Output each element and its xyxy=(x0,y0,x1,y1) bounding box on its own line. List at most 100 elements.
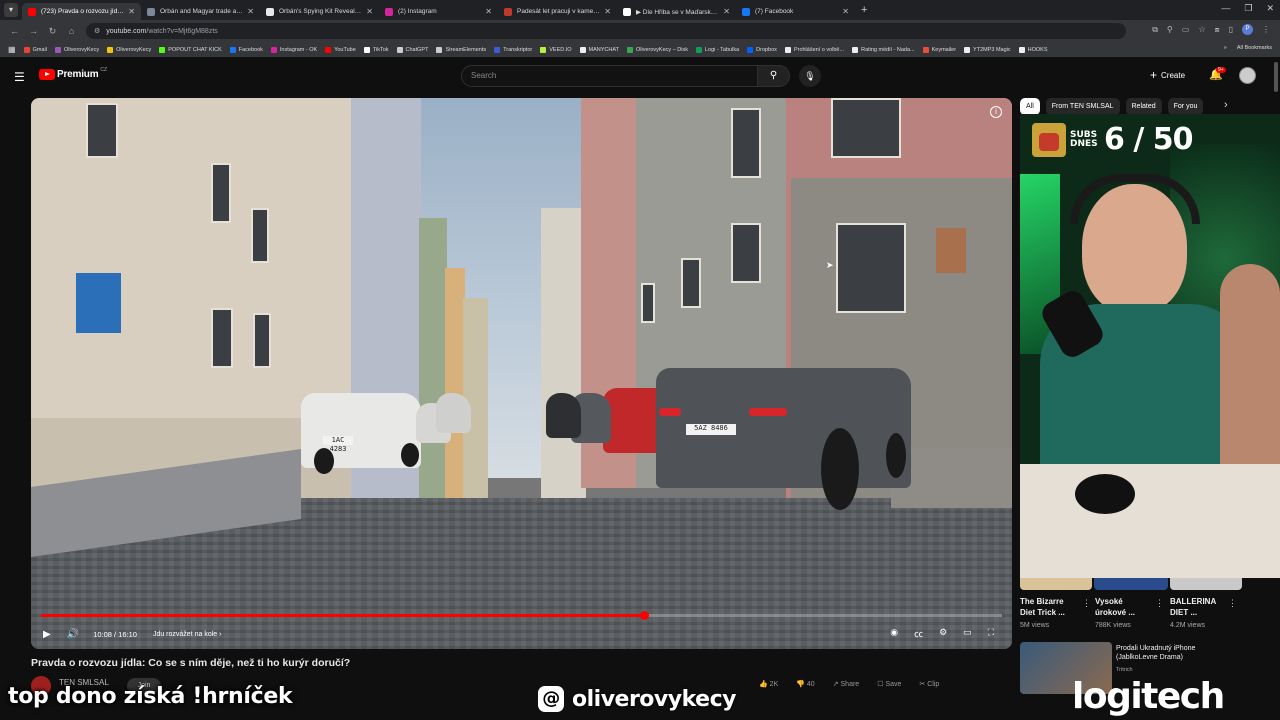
info-icon[interactable]: i xyxy=(990,106,1002,118)
rec-title[interactable]: Vysoké úrokové ... xyxy=(1095,596,1155,618)
sidebar-icon[interactable]: ▯ xyxy=(1229,25,1233,34)
volume-icon[interactable]: 🔊 xyxy=(67,629,79,640)
bookmark-item[interactable]: ChatGPT xyxy=(396,46,428,53)
profile-avatar[interactable]: P xyxy=(1242,24,1253,35)
microphone-icon[interactable]: 🎙 xyxy=(799,65,821,87)
bookmark-item[interactable]: Transkriptor xyxy=(494,46,532,53)
close-icon[interactable]: ✕ xyxy=(128,7,135,16)
dislike-button[interactable]: 👎 40 xyxy=(796,680,814,688)
rec-thumb[interactable] xyxy=(1094,578,1168,590)
page-scrollbar[interactable] xyxy=(1274,62,1278,92)
bookmark-item[interactable]: HOOKS xyxy=(1018,46,1048,53)
bookmark-item[interactable]: Prohlášení o volbě... xyxy=(784,46,844,53)
close-icon[interactable]: ✕ xyxy=(723,7,730,16)
account-avatar[interactable] xyxy=(1239,67,1256,84)
maximize-icon[interactable]: ❐ xyxy=(1244,3,1252,14)
browser-tab[interactable]: ▶ Dle Hřiba se v Maďarsku hra ✕ xyxy=(617,3,736,20)
more-options-icon[interactable]: ⋮ xyxy=(1082,598,1091,609)
bookmark-favicon-icon xyxy=(540,46,547,53)
home-icon[interactable]: ⌂ xyxy=(67,26,76,36)
save-button[interactable]: ☐ Save xyxy=(877,680,901,688)
bookmark-item[interactable]: OliverovyKecy xyxy=(107,46,151,53)
minimize-icon[interactable]: — xyxy=(1221,3,1230,14)
bookmark-favicon-icon xyxy=(964,46,971,53)
bookmarks-overflow-icon[interactable]: » xyxy=(1224,45,1227,51)
rec-title[interactable]: The Bizarre Diet Trick ... xyxy=(1020,596,1080,618)
more-options-icon[interactable]: ⋮ xyxy=(1228,598,1237,609)
bookmark-item[interactable]: YouTube xyxy=(325,46,356,53)
bookmark-item[interactable]: Dropbox xyxy=(747,46,777,53)
share-button[interactable]: ↗ Share xyxy=(833,680,860,688)
play-icon[interactable]: ▶ xyxy=(43,629,51,640)
bookmark-item[interactable]: OliverovyKecy – Disk xyxy=(627,46,688,53)
extensions-icon[interactable]: ⧈ xyxy=(1215,25,1220,35)
browser-tab[interactable]: Orbán and Magyar trade accus ✕ xyxy=(141,3,260,20)
captions-icon[interactable]: ㏄ xyxy=(914,627,923,640)
bookmark-item[interactable]: Rating médií - Nada... xyxy=(852,46,915,53)
settings-gear-icon[interactable]: ⚙ xyxy=(939,627,947,640)
browser-tab[interactable]: Padesát let pracuji v kamenolo ✕ xyxy=(498,3,617,20)
bookmark-item[interactable]: OliverovyKecy xyxy=(54,46,99,53)
chip-for-you[interactable]: For you xyxy=(1167,98,1204,115)
bookmark-item[interactable]: VEED.IO xyxy=(540,46,572,53)
youtube-logo[interactable]: Premium CZ xyxy=(39,67,107,80)
reload-icon[interactable]: ↻ xyxy=(48,26,57,37)
create-button[interactable]: + Create xyxy=(1150,68,1185,82)
close-icon[interactable]: ✕ xyxy=(366,7,373,16)
back-arrow-icon[interactable]: ← xyxy=(10,26,19,36)
clip-button[interactable]: ✂ Clip xyxy=(919,680,939,688)
kebab-menu-icon[interactable]: ⋮ xyxy=(1262,25,1270,34)
chip-related[interactable]: Related xyxy=(1125,98,1162,115)
rec-thumb[interactable] xyxy=(1170,578,1242,590)
autoplay-toggle-icon[interactable]: ◉ xyxy=(890,627,898,640)
browser-tab[interactable]: (723) Pravda o rozvozu jídla: Co ✕ xyxy=(22,3,141,20)
browser-tab[interactable]: Orbán's Spying Kit Revealed: Is ✕ xyxy=(260,3,379,20)
bookmark-item[interactable]: Keymailer xyxy=(922,46,956,53)
theater-mode-icon[interactable]: ▭ xyxy=(963,627,972,640)
bookmark-item[interactable]: Facebook xyxy=(229,46,263,53)
search-icon[interactable]: ⚲ xyxy=(757,65,790,87)
bookmark-item[interactable]: Logi - Tabulka xyxy=(695,46,739,53)
site-info-icon[interactable]: ⚙ xyxy=(94,27,100,35)
bookmark-item[interactable]: POPOUT CHAT KICK xyxy=(159,46,222,53)
close-icon[interactable]: ✕ xyxy=(485,7,492,16)
bookmark-item[interactable]: StreamElements xyxy=(436,46,486,53)
chip-all[interactable]: All xyxy=(1020,98,1040,115)
bookmark-item[interactable]: MANYCHAT xyxy=(579,46,619,53)
close-icon[interactable]: ✕ xyxy=(842,7,849,16)
translate-icon[interactable]: ⧉ xyxy=(1152,25,1158,35)
chip-from-channel[interactable]: From TEN SMLSAL xyxy=(1045,98,1120,115)
url-field[interactable]: ⚙ youtube.com/watch?v=Mjt6gM88zts xyxy=(86,23,1126,39)
cast-icon[interactable]: ▭ xyxy=(1182,25,1190,34)
close-window-icon[interactable]: ✕ xyxy=(1266,3,1274,14)
bookmark-item[interactable]: Gmail xyxy=(23,46,47,53)
tab-search-button[interactable]: ▾ xyxy=(4,3,18,17)
menu-hamburger-icon[interactable]: ☰ xyxy=(14,70,25,84)
rec-thumb[interactable] xyxy=(1020,578,1092,590)
browser-tab[interactable]: (7) Facebook ✕ xyxy=(736,3,855,20)
zoom-icon[interactable]: ⚲ xyxy=(1167,25,1173,34)
new-tab-plus-icon[interactable]: + xyxy=(861,4,867,16)
chapter-title[interactable]: Jdu rozvážet na kole › xyxy=(153,631,221,638)
apps-grid-icon[interactable]: ▦ xyxy=(8,45,16,54)
close-icon[interactable]: ✕ xyxy=(247,7,254,16)
rec-title[interactable]: BALLERINA DIET ... xyxy=(1170,596,1232,618)
fullscreen-icon[interactable]: ⛶ xyxy=(988,627,994,640)
rec-title[interactable]: Prodali Ukradnutý iPhone (JablkoLevne Dr… xyxy=(1116,644,1234,662)
bookmark-item[interactable]: Instagram - OK xyxy=(270,46,317,53)
chevron-right-icon[interactable]: › xyxy=(1224,99,1228,111)
search-input[interactable]: Search xyxy=(461,65,758,87)
bookmark-item[interactable]: TikTok xyxy=(363,46,389,53)
all-bookmarks-button[interactable]: All Bookmarks xyxy=(1237,45,1272,51)
bookmark-star-icon[interactable]: ☆ xyxy=(1198,25,1205,34)
video-progress-bar[interactable] xyxy=(41,611,1002,620)
like-button[interactable]: 👍 2K xyxy=(759,680,778,688)
rec-channel[interactable]: Tritrich xyxy=(1116,667,1133,673)
forward-arrow-icon[interactable]: → xyxy=(29,26,38,36)
bookmark-item[interactable]: YT2MP3 Magic xyxy=(964,46,1011,53)
more-options-icon[interactable]: ⋮ xyxy=(1155,598,1164,609)
close-icon[interactable]: ✕ xyxy=(604,7,611,16)
browser-tab[interactable]: (2) Instagram ✕ xyxy=(379,3,498,20)
bookmark-favicon-icon xyxy=(159,46,166,53)
video-player[interactable]: 1AC 4283 5AZ 8486 i ➤ ▶ 🔊 10:08 / 16:10 … xyxy=(31,98,1012,649)
